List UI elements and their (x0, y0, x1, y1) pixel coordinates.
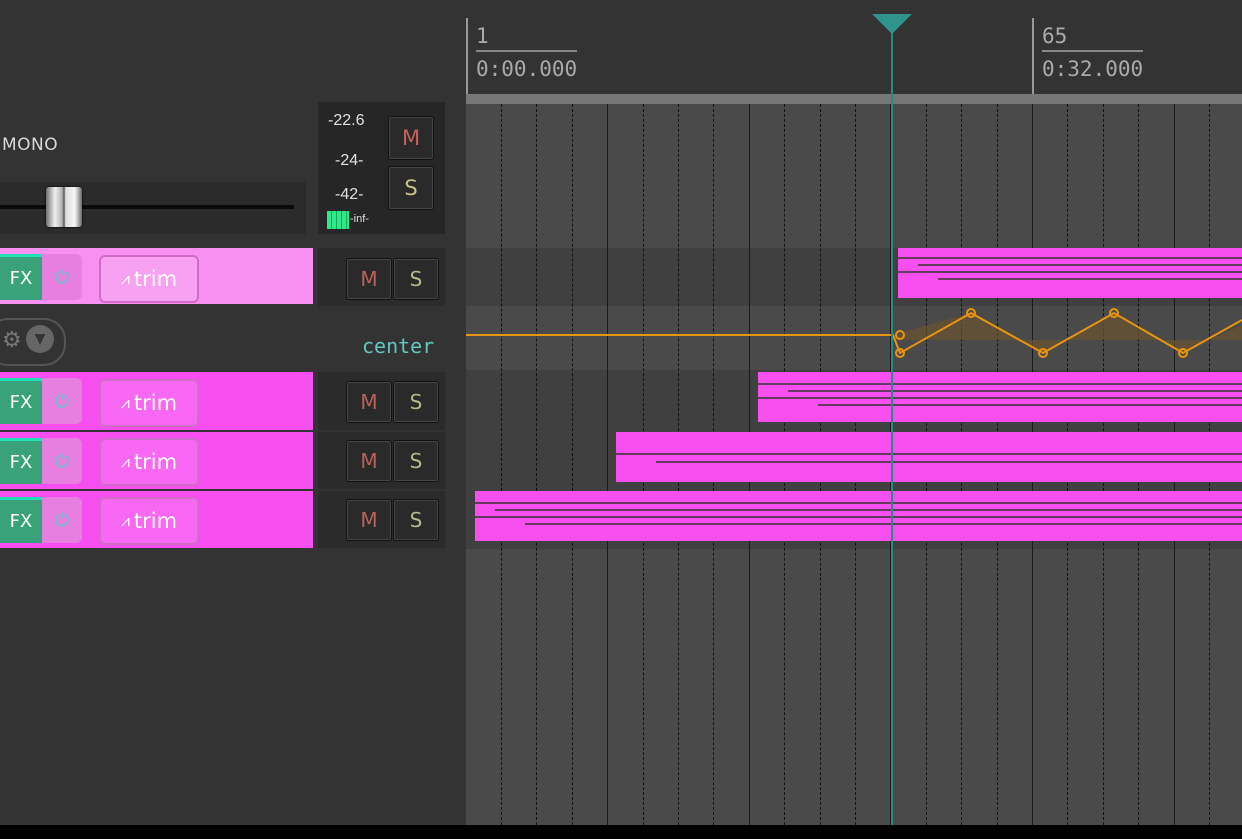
volume-fader-line (0, 205, 294, 209)
trim-label: trim (133, 450, 178, 474)
grid-line (501, 104, 502, 825)
solo-button[interactable]: S (393, 499, 439, 541)
meter-mark: -24- (335, 152, 364, 169)
gear-icon[interactable]: ⚙ (2, 328, 22, 353)
ruler-tick (466, 18, 468, 94)
envelope-icon: ⩘ (120, 452, 130, 471)
channel-mode-label: MONO (2, 135, 59, 155)
envelope-value-label: center (362, 334, 435, 358)
arrange-view[interactable]: 1 0:00.000 65 0:32.000 (466, 0, 1242, 825)
meter-peak-value: -22.6 (328, 112, 365, 129)
midi-item-notes (898, 257, 1242, 280)
trim-button[interactable]: ⩘ trim (99, 379, 199, 427)
mute-button[interactable]: M (388, 116, 434, 160)
power-icon[interactable]: ⏻ (42, 378, 82, 424)
grid-line (536, 104, 538, 825)
midi-item[interactable] (616, 432, 1242, 482)
meter-mark: -inf- (350, 213, 369, 225)
edit-cursor[interactable] (891, 26, 893, 825)
power-icon[interactable]: ⏻ (42, 497, 82, 543)
midi-item-notes (758, 383, 1242, 406)
midi-item-notes (475, 502, 1242, 525)
fx-button[interactable]: FX ⏻ (0, 378, 82, 424)
track-control-panel: MONO -22.6 -24- -42- -inf- M S FX ⏻ ⩘ tr… (0, 0, 466, 825)
fx-label: FX (0, 254, 42, 300)
edit-cursor-handle[interactable] (872, 14, 912, 34)
solo-button[interactable]: S (393, 381, 439, 423)
solo-button[interactable]: S (388, 166, 434, 210)
volume-envelope[interactable] (466, 300, 1242, 370)
trim-label: trim (133, 267, 178, 291)
trim-label: trim (133, 391, 178, 415)
fx-button[interactable]: FX ⏻ (0, 254, 82, 300)
fx-label: FX (0, 438, 42, 484)
fx-button[interactable]: FX ⏻ (0, 438, 82, 484)
power-icon[interactable]: ⏻ (42, 438, 82, 484)
mute-button[interactable]: M (346, 381, 392, 423)
midi-item[interactable] (898, 248, 1242, 298)
midi-item-notes (616, 453, 1242, 463)
fx-label: FX (0, 378, 42, 424)
meter-level-bar (327, 211, 349, 229)
ruler-time-label: 0:00.000 (476, 57, 578, 81)
solo-button[interactable]: S (393, 258, 439, 300)
grid-line (607, 104, 609, 825)
ruler-measure-label: 65 (1042, 24, 1068, 48)
mute-button[interactable]: M (346, 440, 392, 482)
volume-fader-knob[interactable] (46, 187, 82, 227)
envelope-icon: ⩘ (120, 393, 130, 412)
ruler-tick (1032, 18, 1034, 94)
meter-mark: -42- (335, 186, 364, 203)
trim-button[interactable]: ⩘ trim (99, 438, 199, 486)
grid-line (571, 104, 573, 825)
envelope-icon: ⩘ (120, 269, 130, 288)
ruler-time-label: 0:32.000 (1042, 57, 1144, 81)
solo-button[interactable]: S (393, 440, 439, 482)
daw-window: MONO -22.6 -24- -42- -inf- M S FX ⏻ ⩘ tr… (0, 0, 1242, 825)
ruler-underline (1042, 50, 1143, 52)
fx-button[interactable]: FX ⏻ (0, 497, 82, 543)
ruler-measure-label: 1 (476, 24, 489, 48)
chevron-down-icon[interactable]: ▼ (26, 325, 54, 353)
envelope-icon: ⩘ (120, 511, 130, 530)
ruler-loop-bar[interactable] (466, 94, 1242, 104)
mute-button[interactable]: M (346, 499, 392, 541)
trim-label: trim (133, 509, 178, 533)
trim-button[interactable]: ⩘ trim (99, 497, 199, 545)
midi-item[interactable] (475, 491, 1242, 541)
midi-item[interactable] (758, 372, 1242, 422)
mute-button[interactable]: M (346, 258, 392, 300)
track-lane[interactable] (466, 104, 1242, 248)
trim-button[interactable]: ⩘ trim (99, 255, 199, 303)
ruler-underline (476, 50, 577, 52)
power-icon[interactable]: ⏻ (42, 254, 82, 300)
fx-label: FX (0, 497, 42, 543)
